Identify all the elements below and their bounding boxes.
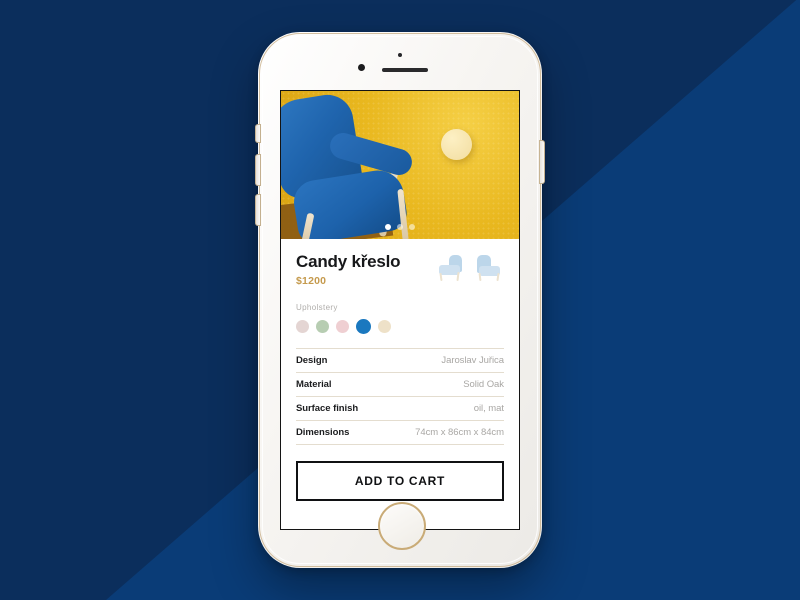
product-spec-table: Design Jaroslav Juřica Material Solid Oa… <box>296 347 504 445</box>
table-row: Design Jaroslav Juřica <box>296 349 504 373</box>
product-hero-chair <box>281 91 439 239</box>
upholstery-label: Upholstery <box>296 302 338 312</box>
product-thumbnail-list[interactable] <box>436 252 504 283</box>
spec-value: Jaroslav Juřica <box>441 354 504 366</box>
device-screen: Candy křeslo $1200 Upholstery Design Jar… <box>280 90 520 530</box>
thumb-leg <box>496 272 500 282</box>
upholstery-swatch-cream[interactable] <box>378 319 391 333</box>
chair-leg <box>397 188 409 239</box>
home-button[interactable] <box>378 502 426 550</box>
thumb-leg <box>456 271 460 282</box>
spec-key: Dimensions <box>296 426 350 438</box>
power-button[interactable] <box>539 140 545 184</box>
spec-key: Surface finish <box>296 402 359 414</box>
upholstery-swatch-list[interactable] <box>296 318 504 334</box>
upholstery-swatch-royal-blue[interactable] <box>356 318 371 334</box>
carousel-dot-3[interactable] <box>409 224 415 230</box>
upholstery-swatch-blush-grey[interactable] <box>296 319 309 333</box>
product-header: Candy křeslo $1200 <box>296 252 504 287</box>
table-row: Material Solid Oak <box>296 373 504 397</box>
product-price: $1200 <box>296 274 327 287</box>
proximity-sensor-icon <box>398 53 402 57</box>
product-title-block: Candy křeslo $1200 <box>296 252 436 287</box>
silent-switch[interactable] <box>255 124 261 143</box>
product-detail-card: Candy křeslo $1200 Upholstery Design Jar… <box>281 239 519 501</box>
carousel-pagination[interactable] <box>385 224 415 230</box>
product-thumbnail[interactable] <box>436 253 467 283</box>
spec-key: Material <box>296 378 332 390</box>
product-thumbnail[interactable] <box>473 253 504 283</box>
front-camera-icon <box>358 64 365 71</box>
decorative-disc <box>441 129 472 160</box>
spec-value: oil, mat <box>473 402 504 414</box>
product-image-carousel[interactable] <box>281 91 519 239</box>
volume-down-button[interactable] <box>255 194 261 226</box>
upholstery-swatch-rose-pink[interactable] <box>336 319 349 333</box>
spec-value: 74cm x 86cm x 84cm <box>415 426 504 438</box>
carousel-dot-1[interactable] <box>385 224 391 230</box>
add-to-cart-button[interactable]: ADD TO CART <box>296 460 504 501</box>
upholstery-swatch-sage-green[interactable] <box>316 319 329 333</box>
page-title: Candy křeslo <box>296 252 401 271</box>
carousel-dot-2[interactable] <box>397 224 403 230</box>
spec-key: Design <box>296 354 328 366</box>
earpiece-speaker <box>382 68 428 72</box>
table-row: Dimensions 74cm x 86cm x 84cm <box>296 421 504 445</box>
smartphone-device: Candy křeslo $1200 Upholstery Design Jar… <box>255 32 545 568</box>
spec-value: Solid Oak <box>463 378 504 390</box>
table-row: Surface finish oil, mat <box>296 397 504 421</box>
mockup-stage: Candy křeslo $1200 Upholstery Design Jar… <box>0 0 800 600</box>
volume-up-button[interactable] <box>255 154 261 186</box>
